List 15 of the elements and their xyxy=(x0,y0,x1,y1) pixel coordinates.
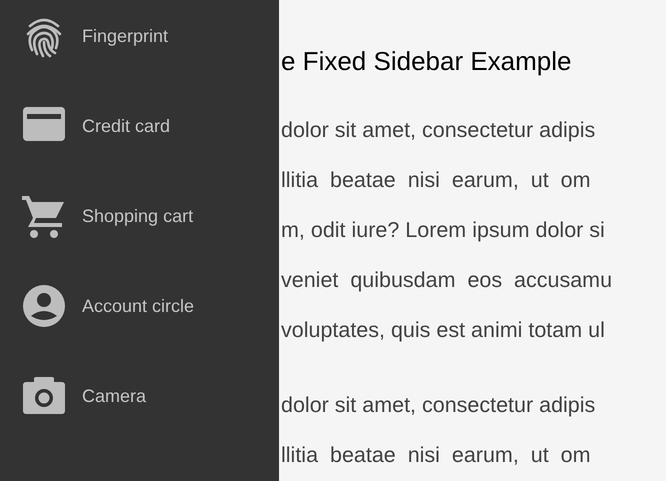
paragraph-line: m, odit iure? Lorem ipsum dolor si xyxy=(281,217,606,244)
paragraph-line: llitia beatae nisi earum, ut om xyxy=(281,167,592,194)
sidebar-item[interactable]: Account circle xyxy=(0,270,279,342)
paragraph-line: llitia beatae nisi earum, ut om xyxy=(281,442,592,469)
paragraph-line: dolor sit amet, consectetur adipis xyxy=(281,117,596,144)
paragraph-line: voluptates, quis est animi totam ul xyxy=(281,317,606,344)
sidebar-item[interactable]: Fingerprint xyxy=(0,0,279,72)
account-circle-icon xyxy=(22,284,66,328)
sidebar-item[interactable]: Shopping cart xyxy=(0,180,279,252)
sidebar-item[interactable]: Credit card xyxy=(0,90,279,162)
shopping-cart-icon xyxy=(22,194,66,238)
paragraph-line: veniet quibusdam eos accusamu xyxy=(281,267,614,294)
sidebar-item[interactable]: Camera xyxy=(0,360,279,432)
paragraph-line: dolor sit amet, consectetur adipis xyxy=(281,392,596,419)
page-heading: e Fixed Sidebar Example xyxy=(281,45,572,78)
